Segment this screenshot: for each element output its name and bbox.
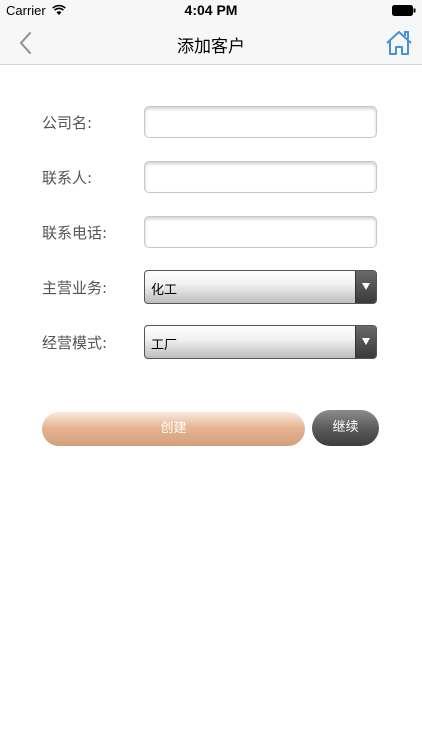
- battery-icon: [392, 5, 416, 16]
- dropdown-arrow-button[interactable]: [355, 326, 376, 358]
- home-button[interactable]: [384, 28, 414, 58]
- contact-person-label: 联系人:: [42, 169, 93, 187]
- business-mode-label: 经营模式:: [42, 334, 108, 352]
- business-mode-value: 工厂: [151, 338, 178, 353]
- triangle-down-icon: [362, 338, 370, 345]
- continue-button[interactable]: 继续: [312, 410, 379, 446]
- navigation-bar: 添加客户: [0, 22, 422, 65]
- phone-label: 联系电话:: [42, 224, 108, 242]
- business-mode-select[interactable]: 工厂: [144, 325, 377, 359]
- phone-input[interactable]: [144, 216, 377, 248]
- triangle-down-icon: [362, 283, 370, 290]
- dropdown-arrow-button[interactable]: [355, 271, 376, 303]
- status-bar: Carrier 4:04 PM: [0, 0, 422, 22]
- main-business-select[interactable]: 化工: [144, 270, 377, 304]
- main-business-label: 主营业务:: [42, 279, 108, 297]
- company-name-label: 公司名:: [42, 114, 93, 132]
- main-business-value: 化工: [151, 283, 178, 298]
- company-name-input[interactable]: [144, 106, 377, 138]
- contact-person-input[interactable]: [144, 161, 377, 193]
- add-customer-screen: Carrier 4:04 PM 添加客户 公司名: 联系人: 联系电话: 主营业…: [0, 0, 422, 750]
- status-time: 4:04 PM: [184, 2, 238, 18]
- create-button[interactable]: 创建: [42, 412, 305, 446]
- page-title: 添加客户: [177, 37, 245, 57]
- home-icon: [386, 31, 412, 55]
